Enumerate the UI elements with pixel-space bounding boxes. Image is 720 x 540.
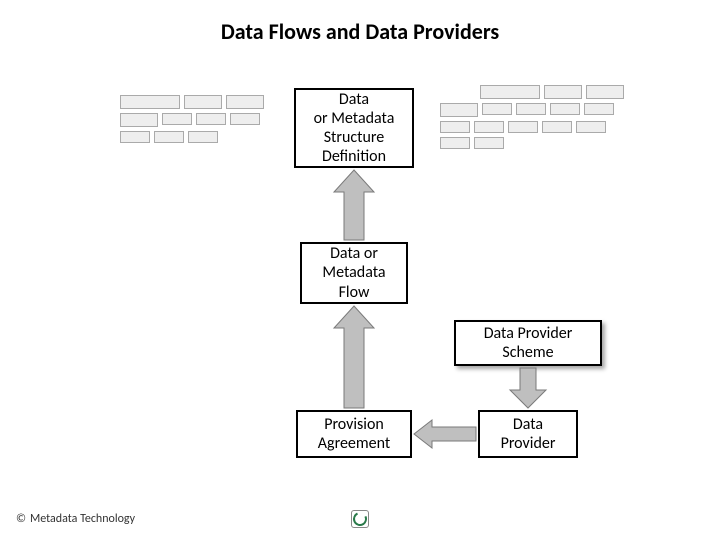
arrow-scheme-to-dataprovider <box>510 368 546 408</box>
node-label: Data ProviderScheme <box>484 324 573 362</box>
node-data-provider-scheme: Data ProviderScheme <box>454 320 602 366</box>
deco-diagram-left <box>120 95 270 143</box>
node-label: DataProvider <box>501 415 556 453</box>
arrow-dataprovider-to-provision <box>414 420 476 448</box>
deco-diagram-right <box>440 85 630 149</box>
footer-text: Metadata Technology <box>30 512 135 526</box>
node-label: Data orMetadataFlow <box>322 244 385 302</box>
footer-logo-icon <box>351 510 369 528</box>
node-data-provider: DataProvider <box>478 410 578 458</box>
page-title: Data Flows and Data Providers <box>0 18 720 45</box>
node-label: Dataor MetadataStructureDefinition <box>314 90 395 167</box>
node-data-metadata-flow: Data orMetadataFlow <box>300 242 408 304</box>
node-label: ProvisionAgreement <box>318 415 390 453</box>
footer-copyright: © Metadata Technology <box>16 512 135 526</box>
arrow-provision-to-flow <box>334 306 374 408</box>
arrow-flow-to-structure <box>334 170 374 240</box>
node-structure-definition: Dataor MetadataStructureDefinition <box>294 88 414 168</box>
copyright-symbol: © <box>16 512 26 526</box>
node-provision-agreement: ProvisionAgreement <box>296 410 412 458</box>
